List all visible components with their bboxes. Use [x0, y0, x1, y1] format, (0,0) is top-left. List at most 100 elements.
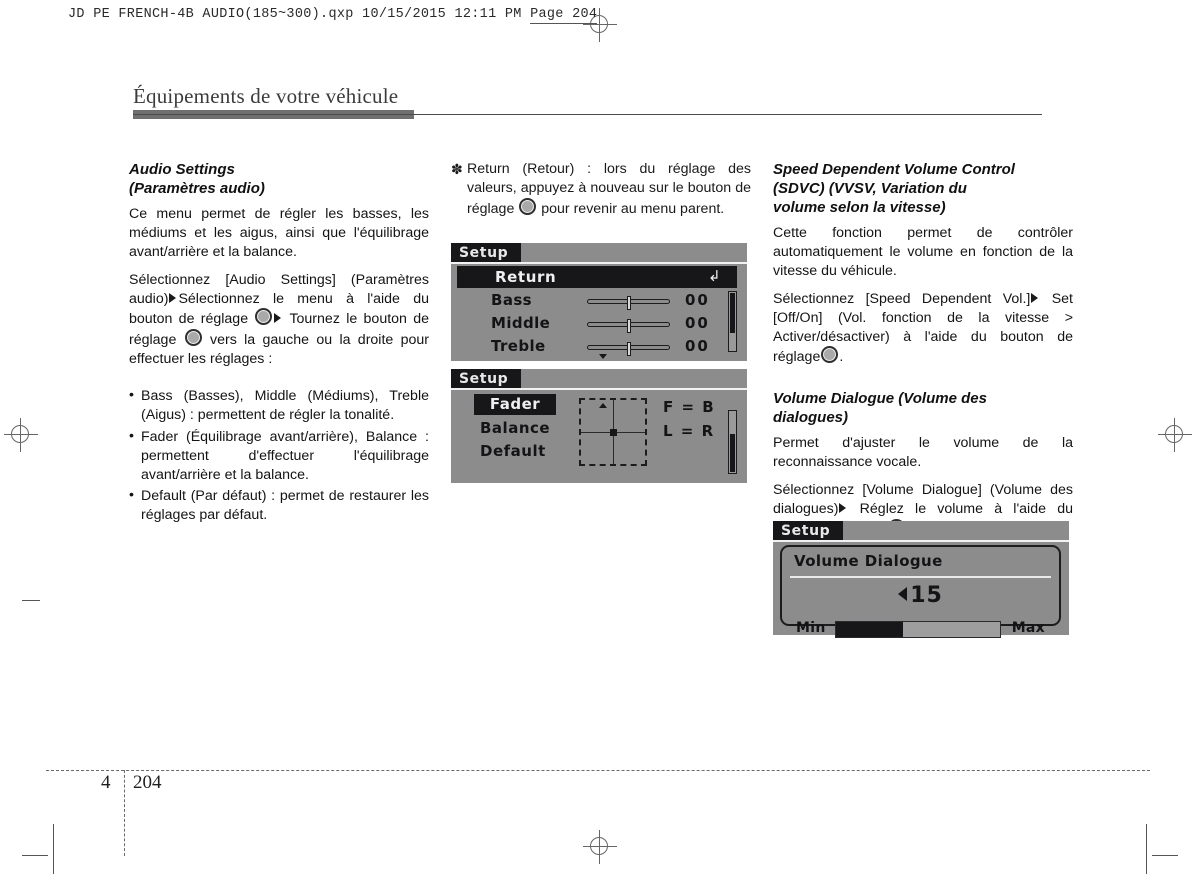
slider-handle-icon[interactable]	[626, 296, 631, 310]
asterisk-icon: ✽	[451, 161, 463, 177]
audio-settings-bullet-list: Bass (Basses), Middle (Médiums), Treble …	[129, 386, 429, 525]
sdvc-p2-c: .	[839, 349, 844, 366]
crop-mark-bottom-left-h	[22, 855, 48, 856]
footer-vertical-divider	[124, 770, 125, 856]
lcd-row-middle-value: 00	[685, 314, 710, 332]
sdvc-heading-line1: Speed Dependent Volume Control	[773, 161, 1015, 178]
file-header-text: JD PE FRENCH-4B AUDIO(185~300).qxp 10/15…	[68, 7, 531, 22]
list-item: Fader (Équilibrage avant/arrière), Balan…	[129, 427, 429, 485]
sdvc-paragraph-1: Cette fonction permet de contrôler autom…	[773, 225, 1073, 279]
screenshot-volume-dialogue: Setup Volume Dialogue 15 Min Max	[773, 521, 1069, 638]
chevron-right-icon	[839, 502, 847, 513]
title-rule	[133, 114, 1042, 115]
volume-dialogue-heading: Volume Dialogue (Volume des dialogues)	[773, 389, 1073, 427]
lcd-row-bass-label: Bass	[491, 291, 533, 309]
volume-dialogue-value: 15	[782, 583, 1059, 608]
sdvc-p2-a: Sélectionnez [Speed Dependent Vol.]	[773, 290, 1031, 307]
speaker-icon	[898, 587, 908, 601]
rotary-knob-icon	[184, 329, 202, 347]
rotary-knob-icon	[821, 346, 839, 364]
crop-mark-bottom-right-v	[1146, 824, 1147, 874]
lcd-tab-setup: Setup	[451, 243, 521, 262]
audio-settings-heading-line2: (Paramètres audio)	[129, 180, 265, 198]
volume-dialogue-panel: Volume Dialogue 15 Min Max	[780, 545, 1061, 638]
lcd-row-return[interactable]: Return ↲	[457, 266, 737, 288]
volume-dialogue-heading-line1: Volume Dialogue (Volume des	[773, 390, 987, 408]
chevron-right-icon	[169, 292, 177, 303]
volume-bar-row: Min Max	[796, 619, 1045, 640]
scroll-down-arrow-icon[interactable]	[599, 354, 607, 359]
sdvc-paragraph-2: Sélectionnez [Speed Dependent Vol.] Set …	[773, 290, 1073, 368]
lcd-scrollbar[interactable]	[728, 410, 737, 474]
sdvc-heading: Speed Dependent Volume Control (SDVC) (V…	[773, 160, 1073, 217]
bass-slider[interactable]	[587, 296, 670, 310]
lcd-row-treble-value: 00	[685, 337, 710, 355]
chevron-right-icon	[274, 313, 282, 324]
lcd-body: Volume Dialogue 15 Min Max	[773, 542, 1069, 638]
volume-dialogue-heading-line2: dialogues)	[773, 409, 849, 427]
sdvc-heading-line2: (SDVC) (VVSV, Variation du	[773, 180, 967, 198]
registration-mark-left	[4, 418, 38, 452]
file-header: JD PE FRENCH-4B AUDIO(185~300).qxp 10/15…	[68, 7, 598, 24]
lcd-tab-setup: Setup	[451, 369, 521, 388]
middle-slider[interactable]	[587, 319, 670, 333]
volume-dialogue-underline	[790, 576, 1051, 578]
column-one: Audio Settings (Paramètres audio) Ce men…	[129, 160, 429, 528]
fader-balance-grid[interactable]	[579, 398, 647, 466]
lcd-body: Fader Balance Default F = B L = R	[451, 390, 747, 483]
audio-settings-paragraph-1: Ce menu permet de régler les basses, les…	[129, 206, 429, 260]
column-two: ✽ Return (Retour) : lors du réglage des …	[451, 160, 751, 219]
lcd-scrollbar[interactable]	[728, 291, 737, 352]
page-number: 204	[133, 772, 162, 793]
lcd-item-balance[interactable]: Balance	[480, 419, 550, 437]
chevron-right-icon	[1031, 292, 1039, 303]
treble-slider[interactable]	[587, 342, 670, 356]
crop-mark-bottom-left-v	[53, 824, 54, 874]
list-item: Bass (Basses), Middle (Médiums), Treble …	[129, 386, 429, 425]
registration-mark-bottom	[583, 830, 617, 864]
chapter-number: 4	[101, 772, 111, 793]
sdvc-heading-line3: volume selon la vitesse)	[773, 199, 946, 217]
crop-mark-mid-left	[22, 600, 40, 601]
lcd-item-default[interactable]: Default	[480, 442, 546, 460]
slider-handle-icon[interactable]	[626, 342, 631, 356]
volume-level-number: 15	[910, 583, 943, 608]
page-title: Équipements de votre véhicule	[133, 84, 399, 108]
lcd-row-bass[interactable]: Bass 00	[451, 291, 747, 312]
return-note: ✽ Return (Retour) : lors du réglage des …	[451, 160, 751, 219]
return-note-b: pour revenir au menu parent.	[541, 200, 725, 217]
readout-front-rear: F = B	[663, 398, 716, 416]
volume-progress-fill	[836, 622, 904, 637]
registration-mark-right	[1158, 418, 1192, 452]
volume-dialogue-title: Volume Dialogue	[794, 552, 943, 570]
audio-settings-heading-line1: Audio Settings	[129, 161, 235, 178]
lcd-row-middle[interactable]: Middle 00	[451, 314, 747, 335]
lcd-body: Return ↲ Bass 00 Middle 00 Treble 00	[451, 264, 747, 361]
lcd-scrollbar-thumb[interactable]	[730, 434, 735, 472]
audio-settings-heading: Audio Settings (Paramètres audio)	[129, 160, 429, 198]
readout-left-right: L = R	[663, 422, 715, 440]
list-item: Default (Par défaut) : permet de restaur…	[129, 486, 429, 525]
lcd-tab-setup: Setup	[773, 521, 843, 540]
grid-position-marker[interactable]	[609, 428, 617, 436]
rotary-knob-icon	[255, 308, 273, 326]
lcd-row-treble-label: Treble	[491, 337, 546, 355]
scroll-up-arrow-icon[interactable]	[599, 403, 607, 408]
slider-handle-icon[interactable]	[626, 319, 631, 333]
screenshot-fader-balance: Setup Fader Balance Default F = B L = R	[451, 369, 747, 483]
lcd-item-fader[interactable]: Fader	[474, 394, 556, 415]
lcd-scrollbar-thumb[interactable]	[730, 293, 735, 333]
volume-min-label: Min	[796, 620, 826, 636]
footer-divider	[46, 770, 1150, 771]
rotary-knob-icon	[519, 197, 537, 215]
lcd-row-middle-label: Middle	[491, 314, 551, 332]
lcd-row-bass-value: 00	[685, 291, 710, 309]
volume-dialogue-paragraph-1: Permet d'ajuster le volume de la reconna…	[773, 435, 1073, 471]
return-arrow-icon: ↲	[708, 267, 722, 285]
volume-progress-bar[interactable]	[835, 621, 1001, 638]
lcd-row-return-label: Return	[495, 268, 557, 286]
column-three: Speed Dependent Volume Control (SDVC) (V…	[773, 160, 1073, 540]
crop-mark-bottom-right-h	[1152, 855, 1178, 856]
volume-max-label: Max	[1011, 620, 1045, 636]
file-header-page: Page 204	[530, 7, 598, 24]
